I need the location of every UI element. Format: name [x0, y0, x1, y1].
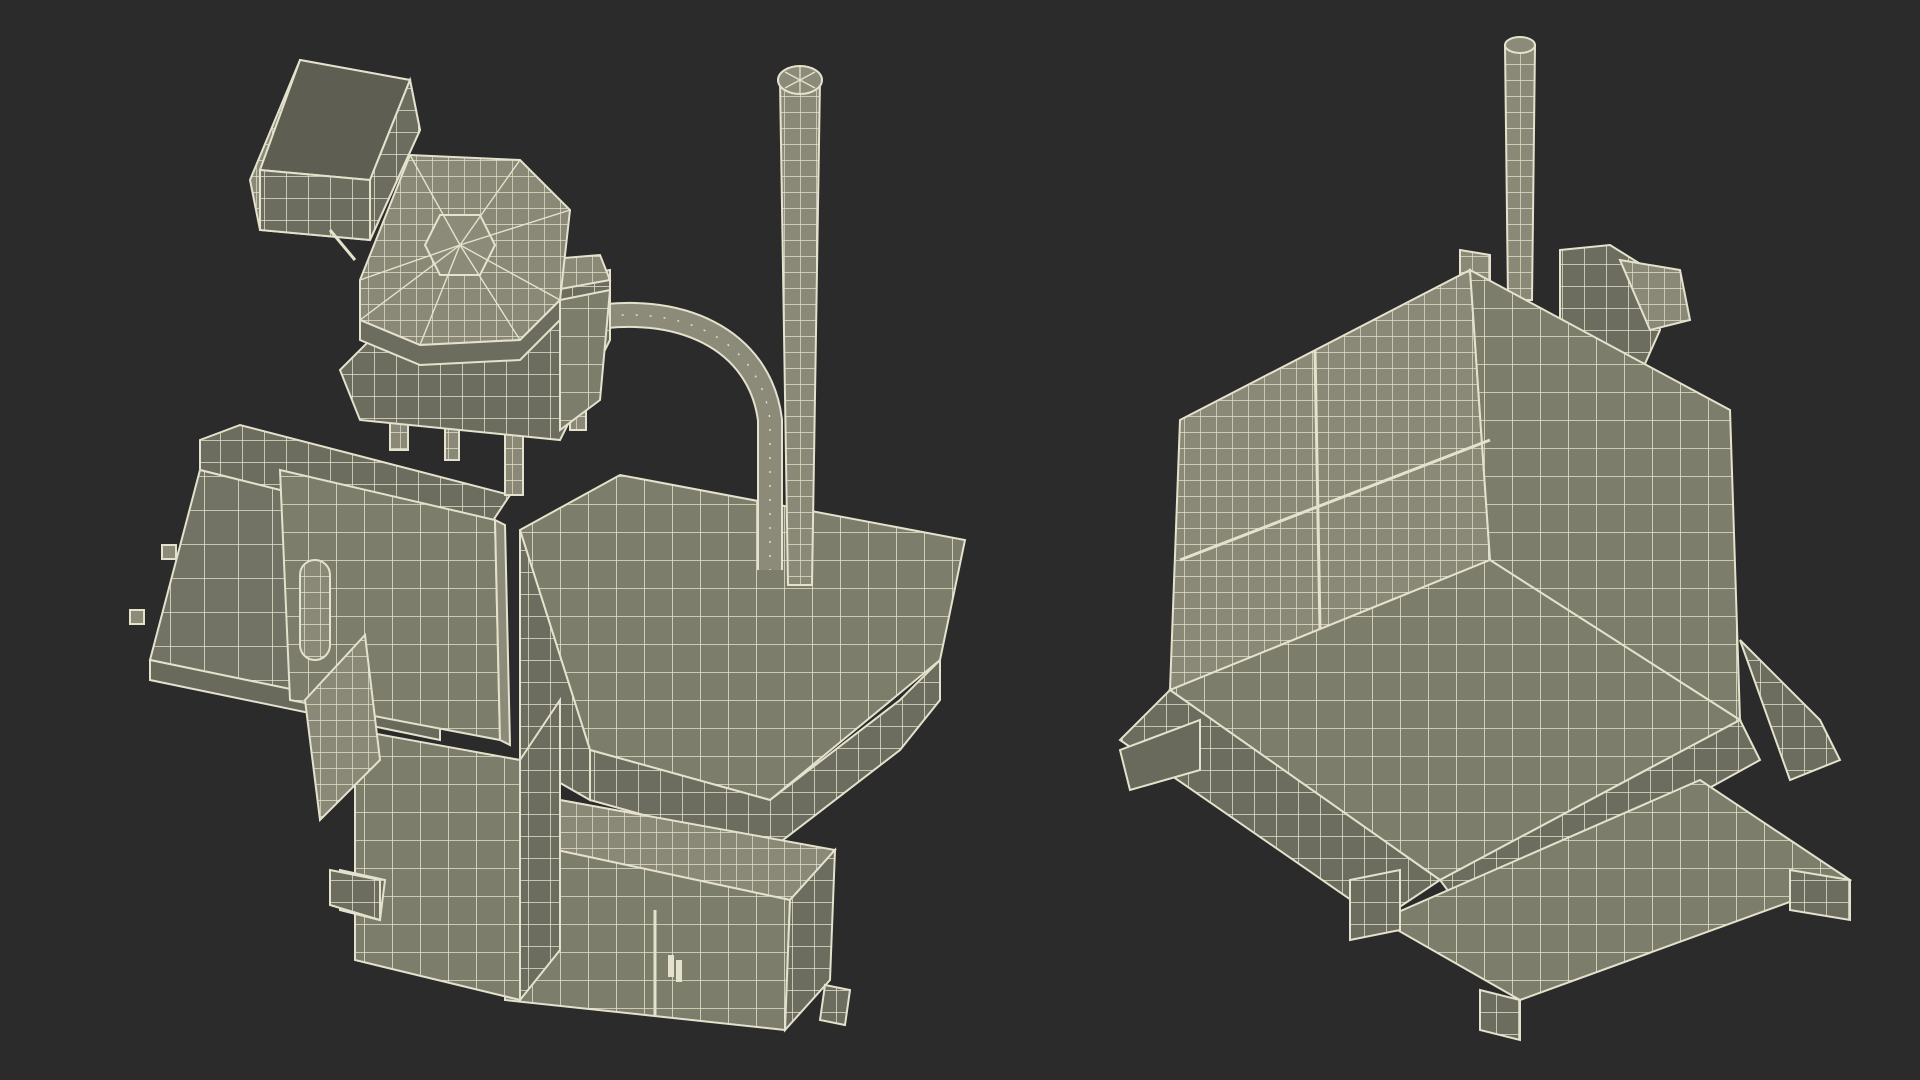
wireframe-view-top — [0, 0, 1000, 1080]
exhaust-pipe-bottom-view — [1503, 36, 1537, 301]
wireframe-model-top — [129, 58, 967, 1033]
wireframe-model-bottom — [1118, 36, 1853, 1042]
render-viewport — [0, 0, 1920, 1080]
base-slab — [518, 473, 967, 852]
wireframe-view-bottom — [1000, 0, 1920, 1080]
